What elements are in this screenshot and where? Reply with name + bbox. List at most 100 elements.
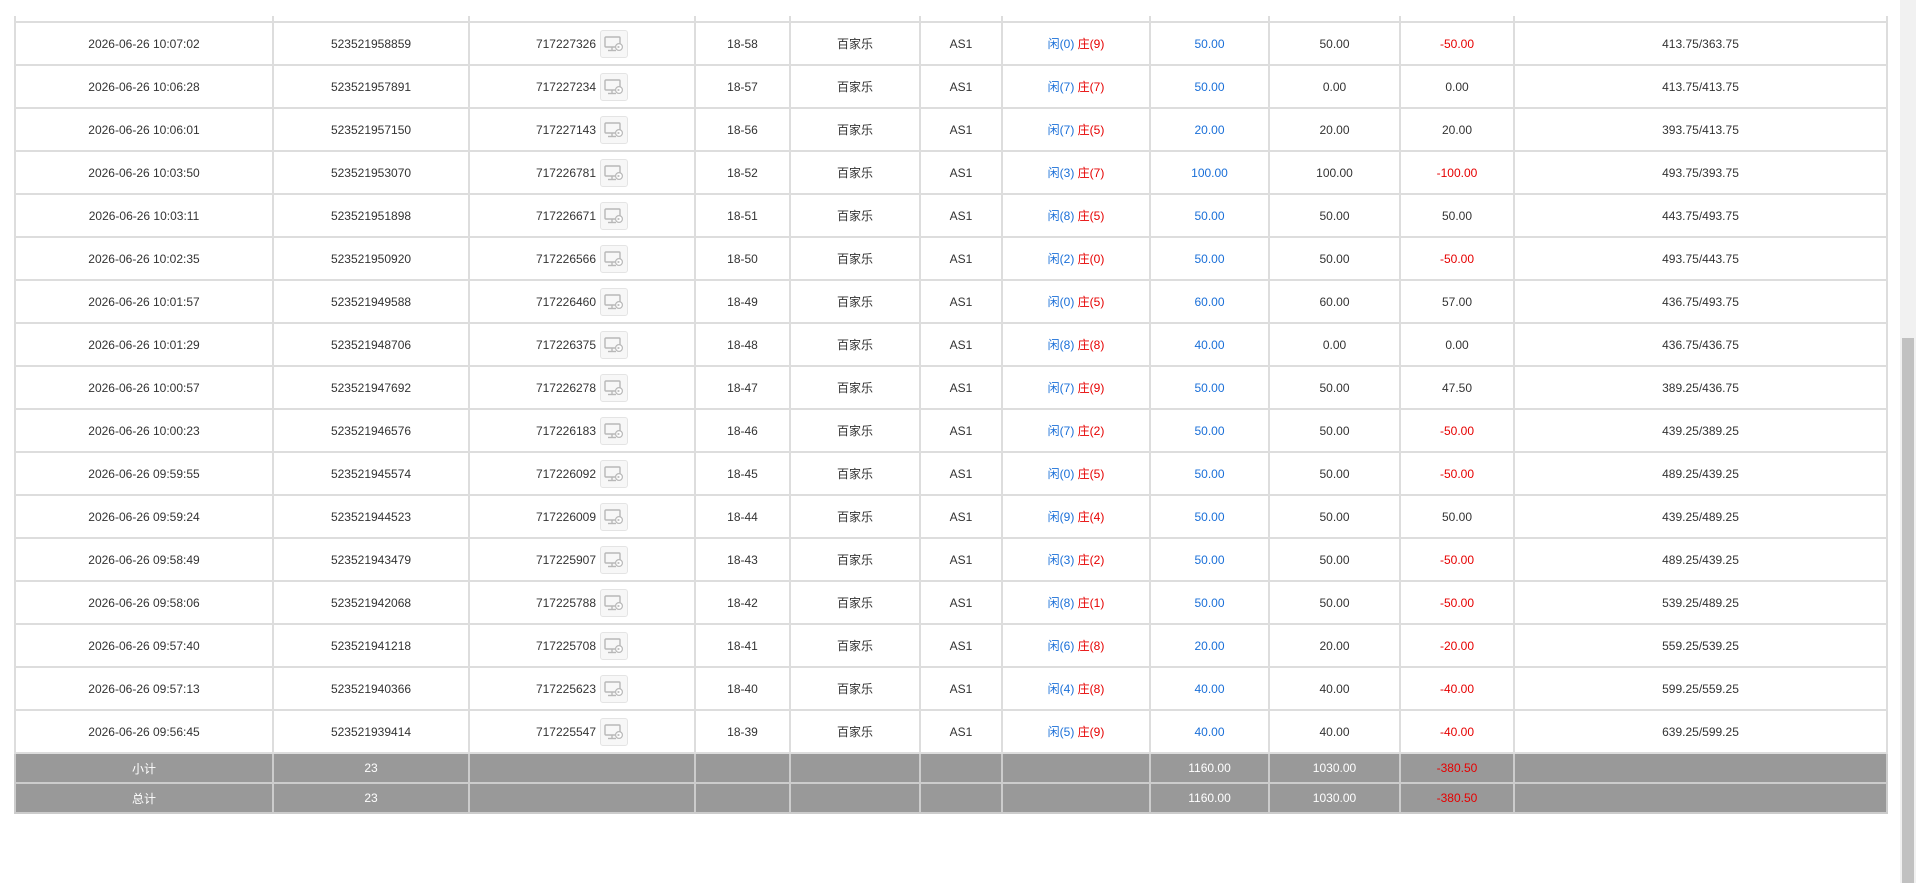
bet-time: 2026-06-26 09:59:24 bbox=[14, 494, 274, 539]
replay-monitor-icon[interactable] bbox=[600, 287, 629, 316]
result-cell: 闲(3) 庄(7) bbox=[1001, 150, 1151, 195]
result-cell: 闲(0) 庄(5) bbox=[1001, 279, 1151, 324]
subtotal-bet: 1160.00 bbox=[1149, 752, 1270, 784]
win-loss: -50.00 bbox=[1399, 580, 1515, 625]
total-bet: 1160.00 bbox=[1149, 782, 1270, 814]
bet-time: 2026-06-26 09:57:13 bbox=[14, 666, 274, 711]
table-number: 18-47 bbox=[694, 365, 791, 410]
subtotal-label: 小计 bbox=[14, 752, 274, 784]
replay-monitor-icon[interactable] bbox=[600, 373, 629, 402]
table-number: 18-42 bbox=[694, 580, 791, 625]
subtotal-count: 23 bbox=[272, 752, 470, 784]
result-cell: 闲(8) 庄(5) bbox=[1001, 193, 1151, 238]
scrollbar-thumb[interactable] bbox=[1902, 338, 1914, 883]
replay-monitor-icon[interactable] bbox=[600, 244, 629, 273]
round-number: 717226009 bbox=[535, 509, 597, 524]
player-result: 闲(0) bbox=[1047, 467, 1075, 481]
bet-amount: 50.00 bbox=[1149, 21, 1270, 66]
player-result: 闲(2) bbox=[1047, 252, 1075, 266]
win-loss: 50.00 bbox=[1399, 494, 1515, 539]
valid-bet: 20.00 bbox=[1268, 107, 1401, 152]
replay-monitor-icon[interactable] bbox=[600, 502, 629, 531]
replay-monitor-icon[interactable] bbox=[600, 674, 629, 703]
replay-monitor-icon[interactable] bbox=[600, 72, 629, 101]
banker-result: 庄(2) bbox=[1077, 553, 1105, 567]
table-number: 18-46 bbox=[694, 408, 791, 453]
player-result: 闲(0) bbox=[1047, 295, 1075, 309]
win-loss: -20.00 bbox=[1399, 623, 1515, 668]
bet-amount: 50.00 bbox=[1149, 494, 1270, 539]
replay-monitor-icon[interactable] bbox=[600, 717, 629, 746]
bet-time: 2026-06-26 10:06:28 bbox=[14, 64, 274, 109]
game-type: 百家乐 bbox=[789, 193, 921, 238]
order-number: 523521947692 bbox=[272, 365, 470, 410]
order-number: 523521957150 bbox=[272, 107, 470, 152]
table-row: 2026-06-26 10:00:57 523521947692 7172262… bbox=[14, 365, 1888, 410]
result-cell: 闲(7) 庄(5) bbox=[1001, 107, 1151, 152]
result-cell: 闲(4) 庄(8) bbox=[1001, 666, 1151, 711]
bet-amount: 100.00 bbox=[1149, 150, 1270, 195]
replay-monitor-icon[interactable] bbox=[600, 201, 629, 230]
replay-monitor-icon[interactable] bbox=[600, 459, 629, 488]
round-cell: 717225547 bbox=[468, 709, 696, 754]
replay-monitor-icon[interactable] bbox=[600, 115, 629, 144]
player-result: 闲(7) bbox=[1047, 424, 1075, 438]
order-number: 523521948706 bbox=[272, 322, 470, 367]
replay-monitor-icon[interactable] bbox=[600, 416, 629, 445]
bet-amount: 50.00 bbox=[1149, 537, 1270, 582]
result-cell: 闲(6) 庄(8) bbox=[1001, 623, 1151, 668]
round-number: 717226183 bbox=[535, 423, 597, 438]
game-type: 百家乐 bbox=[789, 107, 921, 152]
subtotal-win: -380.50 bbox=[1399, 752, 1515, 784]
valid-bet: 0.00 bbox=[1268, 64, 1401, 109]
replay-monitor-icon[interactable] bbox=[600, 545, 629, 574]
bet-time: 2026-06-26 10:03:50 bbox=[14, 150, 274, 195]
player-result: 闲(6) bbox=[1047, 639, 1075, 653]
vertical-scrollbar[interactable] bbox=[1900, 0, 1916, 883]
balance-change: 436.75/493.75 bbox=[1513, 279, 1888, 324]
replay-monitor-icon[interactable] bbox=[600, 631, 629, 660]
round-cell: 717226278 bbox=[468, 365, 696, 410]
room-code: AS1 bbox=[919, 150, 1003, 195]
table-number: 18-49 bbox=[694, 279, 791, 324]
order-number: 523521943479 bbox=[272, 537, 470, 582]
replay-monitor-icon[interactable] bbox=[600, 29, 629, 58]
total-label: 总计 bbox=[14, 782, 274, 814]
win-loss: -50.00 bbox=[1399, 21, 1515, 66]
table-number: 18-57 bbox=[694, 64, 791, 109]
game-type: 百家乐 bbox=[789, 279, 921, 324]
balance-change: 493.75/443.75 bbox=[1513, 236, 1888, 281]
result-cell: 闲(7) 庄(7) bbox=[1001, 64, 1151, 109]
replay-monitor-icon[interactable] bbox=[600, 330, 629, 359]
bet-amount: 20.00 bbox=[1149, 107, 1270, 152]
valid-bet: 50.00 bbox=[1268, 408, 1401, 453]
game-type: 百家乐 bbox=[789, 666, 921, 711]
room-code: AS1 bbox=[919, 21, 1003, 66]
table-row: 2026-06-26 09:58:49 523521943479 7172259… bbox=[14, 537, 1888, 582]
valid-bet: 50.00 bbox=[1268, 494, 1401, 539]
table-number: 18-51 bbox=[694, 193, 791, 238]
game-type: 百家乐 bbox=[789, 322, 921, 367]
table-row: 2026-06-26 10:01:29 523521948706 7172263… bbox=[14, 322, 1888, 367]
table-number: 18-45 bbox=[694, 451, 791, 496]
replay-monitor-icon[interactable] bbox=[600, 588, 629, 617]
round-number: 717227143 bbox=[535, 122, 597, 137]
table-number: 18-48 bbox=[694, 322, 791, 367]
table-number: 18-41 bbox=[694, 623, 791, 668]
game-type: 百家乐 bbox=[789, 623, 921, 668]
bet-time: 2026-06-26 10:00:23 bbox=[14, 408, 274, 453]
order-number: 523521957891 bbox=[272, 64, 470, 109]
balance-change: 439.25/389.25 bbox=[1513, 408, 1888, 453]
replay-monitor-icon[interactable] bbox=[600, 158, 629, 187]
win-loss: -50.00 bbox=[1399, 537, 1515, 582]
win-loss: 57.00 bbox=[1399, 279, 1515, 324]
game-type: 百家乐 bbox=[789, 21, 921, 66]
room-code: AS1 bbox=[919, 64, 1003, 109]
bet-time: 2026-06-26 09:58:06 bbox=[14, 580, 274, 625]
table-row: 2026-06-26 09:58:06 523521942068 7172257… bbox=[14, 580, 1888, 625]
total-empty bbox=[1513, 782, 1888, 814]
valid-bet: 50.00 bbox=[1268, 451, 1401, 496]
order-number: 523521945574 bbox=[272, 451, 470, 496]
bet-time: 2026-06-26 09:57:40 bbox=[14, 623, 274, 668]
top-edge-mark bbox=[8, 0, 16, 5]
